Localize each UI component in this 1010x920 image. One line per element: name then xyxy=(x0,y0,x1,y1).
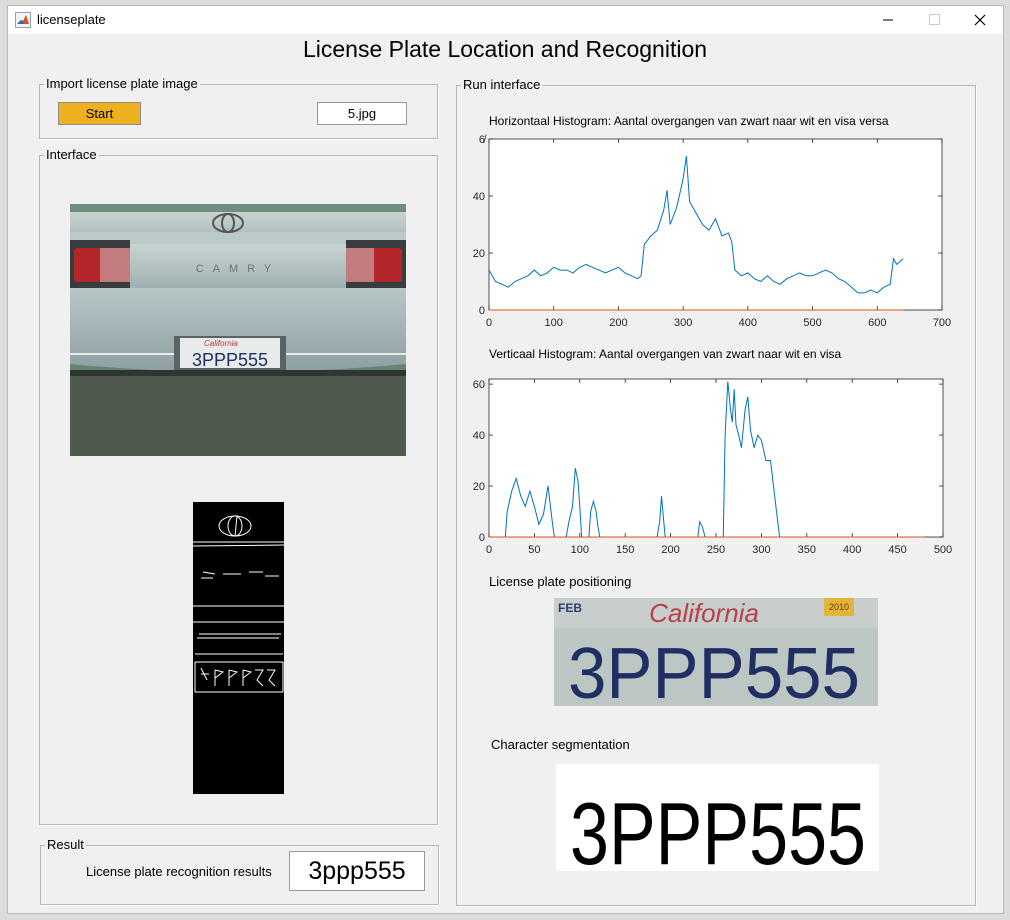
x-tick-label: 350 xyxy=(798,544,816,556)
filename-field[interactable]: 5.jpg xyxy=(317,102,407,125)
result-label: License plate recognition results xyxy=(86,864,272,879)
x-tick-label: 200 xyxy=(609,317,627,329)
x-tick-label: 50 xyxy=(528,544,540,556)
car-badge-text: CAMRY xyxy=(196,263,281,275)
vertical-histogram-chart: Verticaal Histogram: Aantal overgangen v… xyxy=(473,347,952,556)
y-tick-label: 40 xyxy=(473,430,485,442)
x-tick-label: 600 xyxy=(868,317,886,329)
run-panel-title: Run interface xyxy=(461,77,543,93)
import-panel-title: Import license plate image xyxy=(44,76,200,92)
horizontal-histogram-chart: Horizontaal Histogram: Aantal overgangen… xyxy=(473,114,951,329)
plate-crop-image: FEB California 2010 3PPP555 xyxy=(554,598,878,706)
result-panel-title: Result xyxy=(45,837,86,853)
plot-area xyxy=(488,378,944,538)
plate-state: California xyxy=(649,598,759,628)
maximize-icon xyxy=(929,14,940,25)
edge-image xyxy=(193,502,284,794)
segmentation-label: Character segmentation xyxy=(491,737,630,752)
y-tick-label: 6̸ xyxy=(479,134,487,146)
x-tick-label: 300 xyxy=(674,317,692,329)
x-tick-label: 500 xyxy=(934,544,952,556)
x-tick-label: 100 xyxy=(571,544,589,556)
x-tick-label: 250 xyxy=(707,544,725,556)
window-title: licenseplate xyxy=(37,12,106,27)
x-tick-label: 400 xyxy=(843,544,861,556)
plate-crop-text: 3PPP555 xyxy=(568,634,860,706)
positioning-label: License plate positioning xyxy=(489,574,632,589)
y-tick-label: 60 xyxy=(473,379,485,391)
close-icon xyxy=(974,14,986,26)
page-title: License Plate Location and Recognition xyxy=(302,36,708,62)
matlab-icon xyxy=(15,12,31,28)
x-tick-label: 0 xyxy=(486,317,492,329)
x-tick-label: 150 xyxy=(616,544,634,556)
close-button[interactable] xyxy=(957,6,1003,34)
plot-area xyxy=(488,138,943,311)
y-tick-label: 0 xyxy=(479,532,485,544)
car-plate-text: 3PPP555 xyxy=(192,350,268,370)
x-tick-label: 200 xyxy=(661,544,679,556)
minimize-button[interactable] xyxy=(865,6,911,34)
y-tick-label: 20 xyxy=(473,248,485,260)
maximize-button[interactable] xyxy=(911,6,957,34)
x-tick-label: 300 xyxy=(752,544,770,556)
x-tick-label: 500 xyxy=(803,317,821,329)
start-button[interactable]: Start xyxy=(58,102,141,125)
chart-title: Horizontaal Histogram: Aantal overgangen… xyxy=(489,114,889,128)
x-tick-label: 0 xyxy=(486,544,492,556)
car-plate-state: California xyxy=(204,339,238,348)
plate-year: 2010 xyxy=(829,602,849,612)
car-image: CAMRY California 3PPP555 xyxy=(70,204,406,456)
x-tick-label: 100 xyxy=(545,317,563,329)
title-bar: licenseplate xyxy=(8,6,1003,34)
y-tick-label: 20 xyxy=(473,481,485,493)
x-tick-label: 700 xyxy=(933,317,951,329)
y-tick-label: 0 xyxy=(479,305,485,317)
segmented-text: 3PPP555 xyxy=(570,784,866,871)
plate-month: FEB xyxy=(558,601,582,615)
x-tick-label: 400 xyxy=(739,317,757,329)
chart-title: Verticaal Histogram: Aantal overgangen v… xyxy=(489,347,842,361)
segmented-characters-image: 3PPP555 xyxy=(556,764,879,871)
result-field: 3ppp555 xyxy=(289,851,425,891)
x-tick-label: 450 xyxy=(888,544,906,556)
y-tick-label: 40 xyxy=(473,191,485,203)
minimize-icon xyxy=(883,19,893,21)
interface-panel-title: Interface xyxy=(44,147,99,163)
